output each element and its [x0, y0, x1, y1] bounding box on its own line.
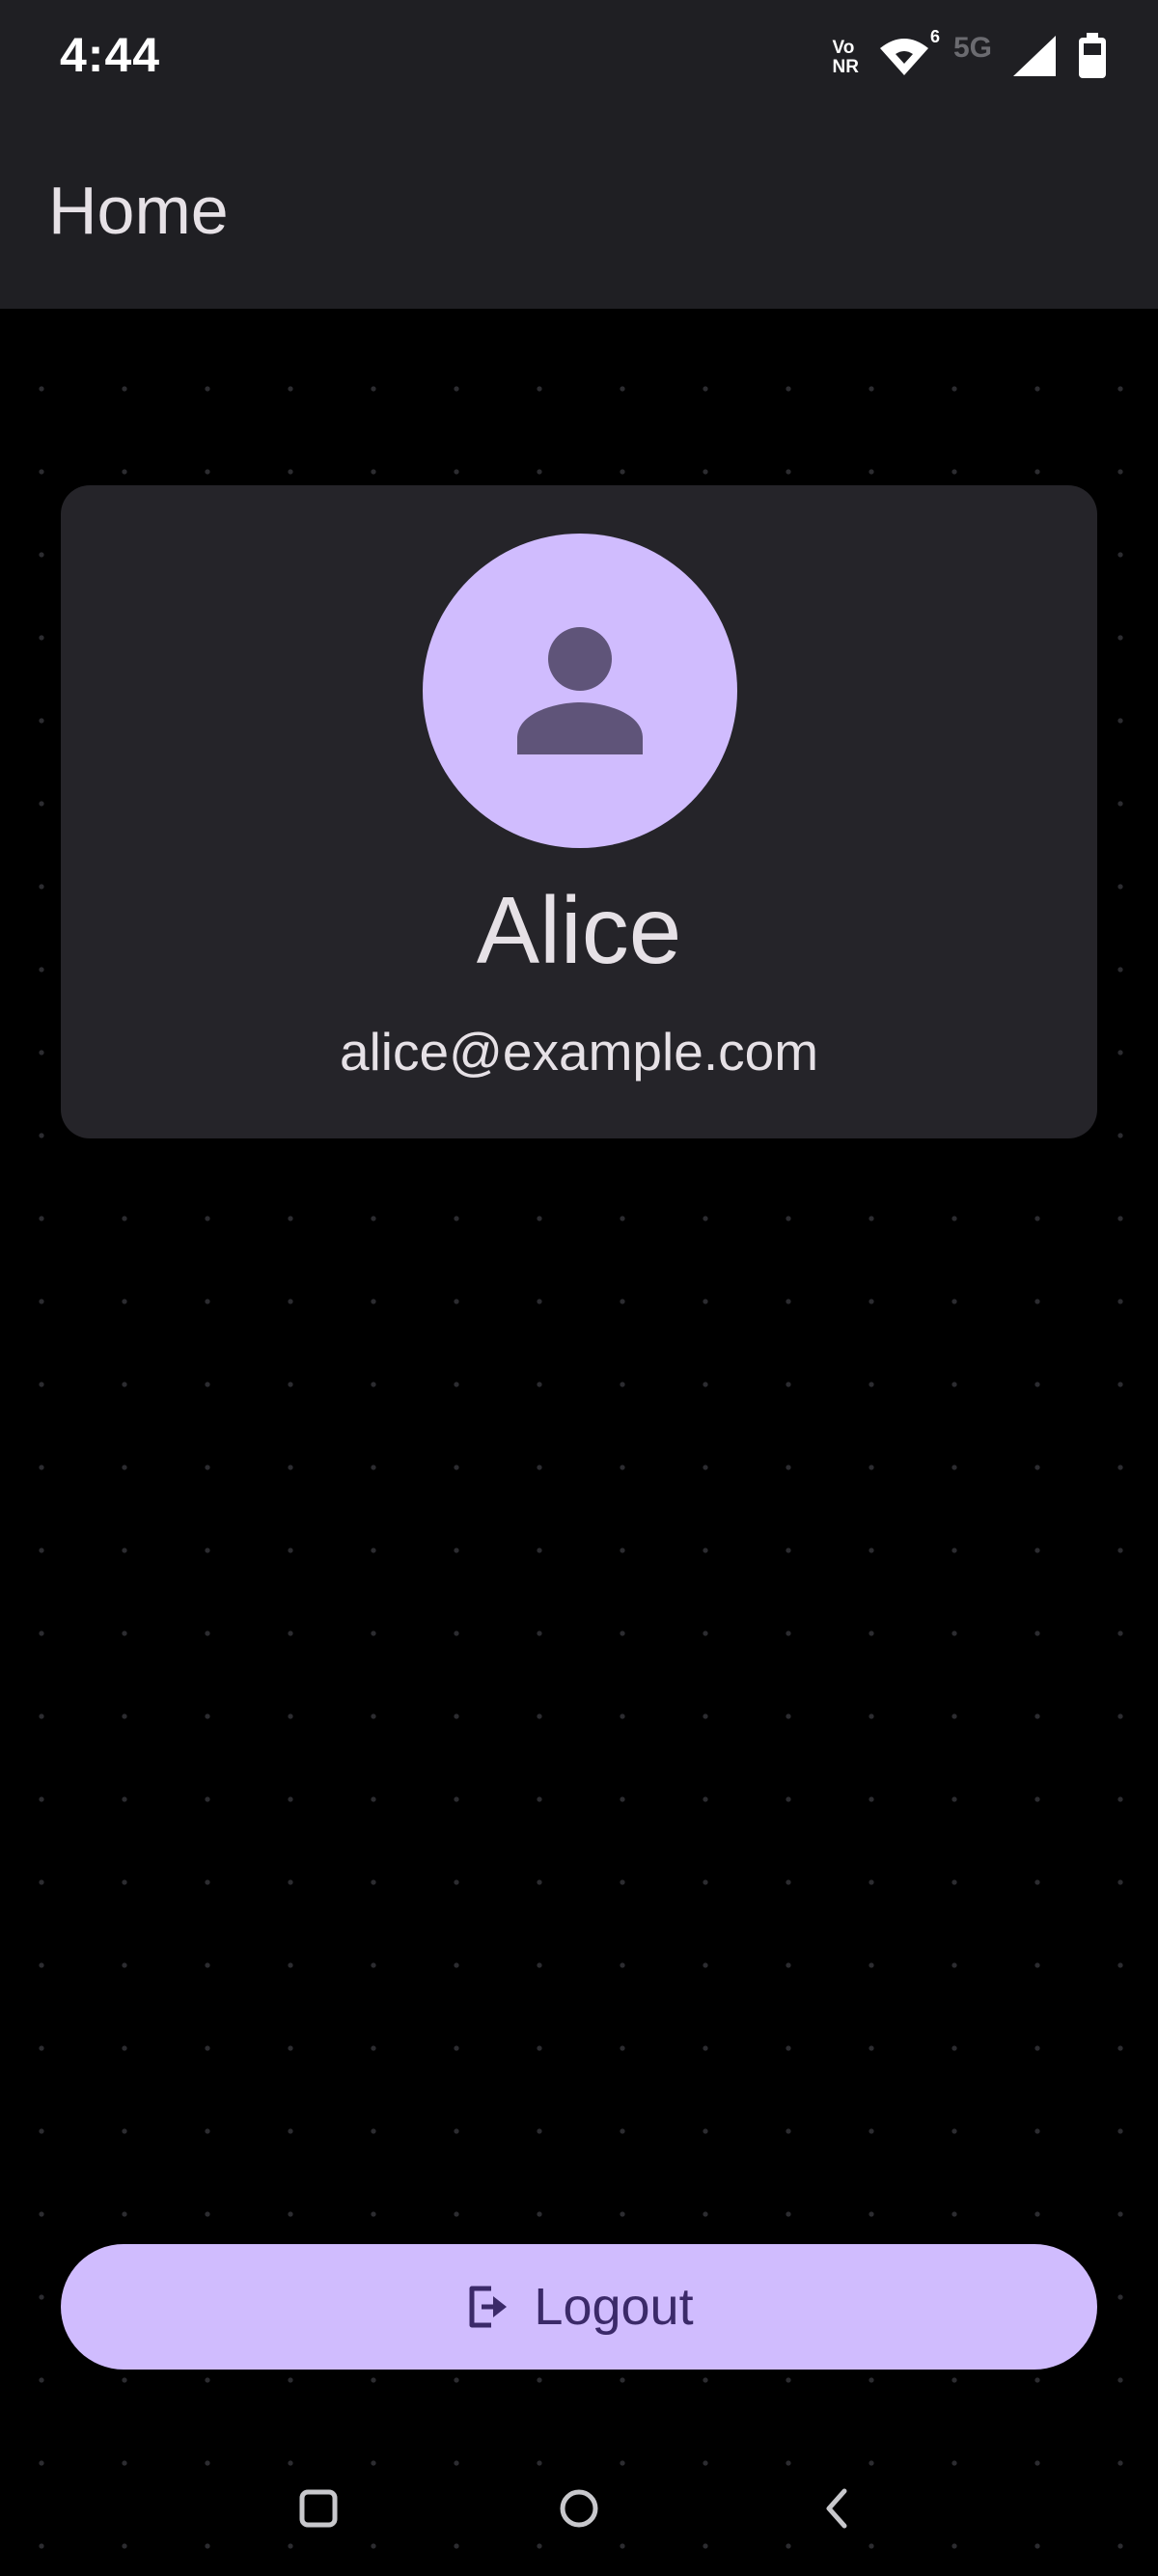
status-icons: Vo NR 6 5G — [833, 27, 1108, 84]
page-title: Home — [48, 173, 229, 248]
avatar — [423, 534, 737, 848]
network-5g-icon: 5G — [952, 32, 992, 64]
status-time: 4:44 — [60, 28, 161, 82]
top-app-bar: Home — [0, 116, 1158, 309]
status-bar: 4:44 Vo NR 6 5G — [0, 0, 1158, 116]
signal-icon — [1011, 34, 1058, 83]
profile-card: Alice alice@example.com — [61, 485, 1097, 1138]
vonr-bottom-label: NR — [832, 57, 859, 77]
profile-name: Alice — [476, 877, 682, 983]
vonr-top-label: Vo — [832, 38, 855, 58]
person-icon — [517, 627, 643, 754]
logout-icon — [469, 2286, 508, 2328]
back-icon — [826, 2488, 847, 2529]
wifi-badge: 6 — [929, 27, 940, 46]
navigation-bar — [0, 2431, 1158, 2576]
home-button[interactable] — [540, 2470, 618, 2547]
logout-label: Logout — [534, 2278, 694, 2336]
logout-button[interactable]: Logout — [61, 2244, 1097, 2370]
recents-icon — [299, 2489, 338, 2528]
vonr-icon: Vo NR — [833, 39, 859, 77]
wifi-icon: 6 — [878, 27, 940, 81]
recents-button[interactable] — [280, 2470, 357, 2547]
home-screen: 4:44 Vo NR 6 5G Home Alice alice@example… — [0, 0, 1158, 2576]
profile-email: alice@example.com — [339, 1022, 819, 1082]
battery-icon — [1077, 32, 1108, 84]
home-icon — [560, 2489, 598, 2528]
back-button[interactable] — [798, 2470, 875, 2547]
